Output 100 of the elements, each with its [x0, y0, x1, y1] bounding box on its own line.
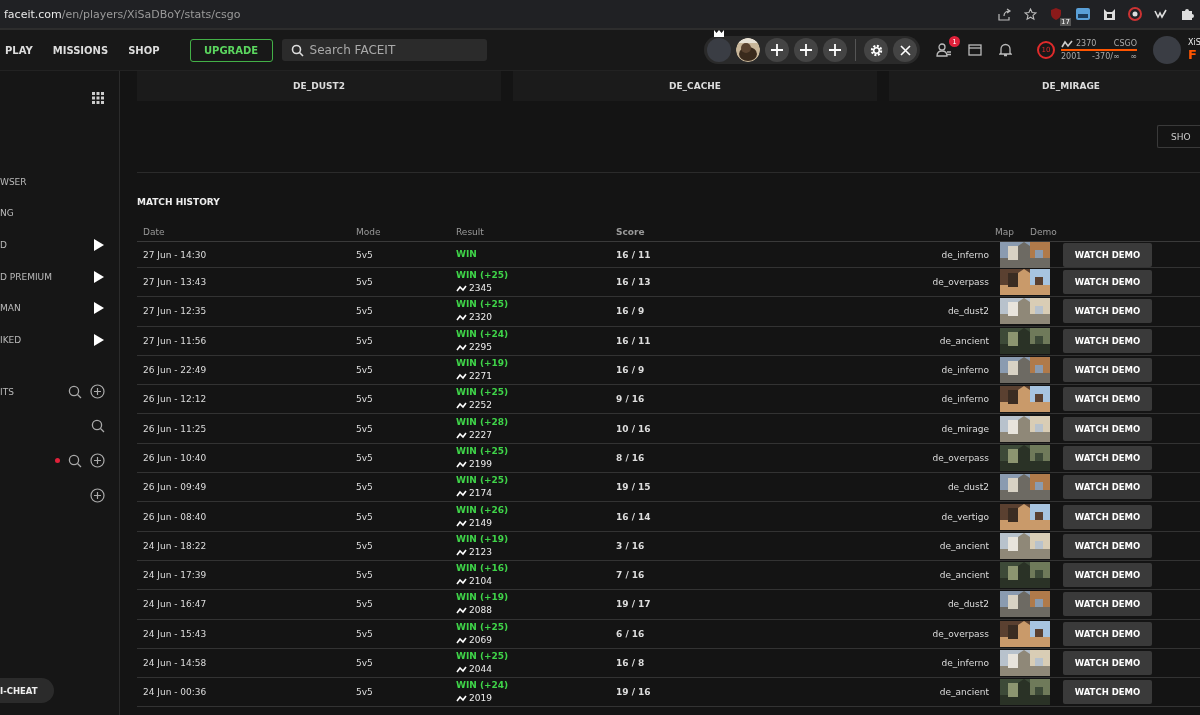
table-cell-text: 19 / 16 — [615, 687, 652, 698]
trend-icon — [456, 578, 467, 586]
add-player-button[interactable] — [794, 38, 818, 62]
sidebar-link[interactable]: NG — [0, 208, 14, 219]
share-icon[interactable] — [998, 7, 1012, 21]
apps-grid-icon[interactable] — [92, 92, 104, 104]
trend-icon — [456, 373, 467, 381]
nav-link[interactable]: SHOP — [128, 44, 160, 56]
table-cell-text: 27 Jun - 14:30 — [142, 249, 208, 260]
table-cell-text: de_overpass — [931, 628, 990, 639]
nav-link[interactable]: MISSIONS — [52, 44, 109, 56]
add-player-button[interactable] — [765, 38, 789, 62]
play-icon[interactable] — [94, 270, 104, 283]
watch-demo-button[interactable]: WATCH DEMO — [1063, 621, 1152, 646]
map-tile[interactable]: DE_MIRAGE — [889, 71, 1200, 101]
sidebar-link[interactable]: MAN — [0, 303, 21, 314]
watch-demo-button[interactable]: WATCH DEMO — [1063, 533, 1152, 558]
trend-icon — [456, 402, 467, 410]
watch-demo-button[interactable]: WATCH DEMO — [1063, 270, 1152, 295]
sidebar-link[interactable]: D PREMIUM — [0, 271, 52, 282]
table-cell-text: 27 Jun - 11:56 — [142, 335, 208, 346]
sidebar-link[interactable]: D — [0, 240, 7, 250]
play-icon[interactable] — [94, 239, 104, 251]
window-icon[interactable] — [968, 44, 982, 56]
map-tile[interactable]: DE_CACHE — [513, 71, 877, 101]
sidebar-link[interactable]: WSER — [0, 176, 27, 187]
table-cell-text: 5v5 — [355, 570, 374, 581]
watch-demo-button[interactable]: WATCH DEMO — [1063, 242, 1152, 267]
anti-cheat-button[interactable]: I-CHEAT — [0, 678, 54, 703]
watch-demo-button[interactable]: WATCH DEMO — [1063, 504, 1152, 529]
table-cell-text: 24 Jun - 16:47 — [142, 599, 208, 610]
close-button[interactable] — [893, 38, 917, 62]
table-cell-text: 5v5 — [355, 249, 374, 260]
elo-cell: 2320 — [456, 311, 610, 325]
trend-icon — [456, 666, 467, 673]
play-icon[interactable] — [94, 302, 104, 315]
watch-demo-button[interactable]: WATCH DEMO — [1063, 299, 1152, 324]
plus-icon — [800, 44, 812, 56]
table-cell-text: 24 Jun - 15:43 — [142, 628, 208, 639]
watch-demo-button[interactable]: WATCH DEMO — [1063, 592, 1152, 617]
table-cell-text: 19 / 15 — [615, 482, 652, 493]
add-icon[interactable] — [90, 453, 105, 469]
game-label: CSGO — [1113, 39, 1137, 48]
star-icon[interactable] — [1024, 7, 1037, 21]
match-result: WIN — [456, 248, 478, 261]
elo-cell: 2069 — [456, 633, 610, 647]
trend-icon — [456, 431, 467, 439]
elo-value: 2370 — [1061, 39, 1097, 48]
elo-cell: 2227 — [456, 428, 610, 442]
address-bar[interactable]: faceit.com/en/players/XiSaDBoY/stats/csgo — [4, 7, 241, 21]
trend-icon — [456, 607, 467, 615]
add-icon[interactable] — [90, 487, 105, 503]
table-cell-text: de_ancient — [938, 540, 990, 551]
match-result: WIN (+25) — [456, 474, 510, 488]
watch-demo-button[interactable]: WATCH DEMO — [1063, 416, 1152, 441]
crown-icon — [714, 30, 724, 37]
table-cell-text: 16 / 9 — [615, 365, 646, 376]
friends-icon[interactable] — [936, 43, 951, 57]
watch-demo-button[interactable]: WATCH DEMO — [1063, 358, 1152, 383]
table-cell-text: 24 Jun - 14:58 — [142, 658, 208, 668]
bell-icon[interactable] — [999, 43, 1012, 57]
watch-demo-button[interactable]: WATCH DEMO — [1063, 475, 1152, 500]
show-button[interactable]: SHO — [1157, 125, 1200, 148]
watch-demo-button[interactable]: WATCH DEMO — [1063, 563, 1152, 588]
extension-icon[interactable] — [1075, 7, 1091, 21]
sidebar-link[interactable]: IKED — [0, 334, 22, 345]
upgrade-button[interactable]: UPGRADE — [189, 38, 273, 62]
match-result: WIN (+19) — [456, 591, 510, 605]
watch-demo-button[interactable]: WATCH DEMO — [1063, 387, 1152, 412]
add-icon[interactable] — [90, 384, 105, 400]
trend-icon — [456, 548, 467, 556]
table-cell-text: 24 Jun - 18:22 — [142, 540, 208, 551]
table-cell-text: 16 / 11 — [615, 249, 652, 260]
match-result: WIN (+24) — [456, 679, 510, 693]
nav-link[interactable]: PLAY — [5, 44, 33, 56]
settings-button[interactable] — [864, 38, 888, 62]
watch-demo-button[interactable]: WATCH DEMO — [1063, 680, 1152, 705]
player-name[interactable]: XiS — [1188, 38, 1200, 47]
table-cell-text: 5v5 — [355, 628, 374, 639]
search-field[interactable]: Search FACEIT — [281, 39, 487, 61]
watch-demo-button[interactable]: WATCH DEMO — [1063, 651, 1152, 675]
search-icon[interactable] — [68, 453, 82, 468]
watch-demo-button[interactable]: WATCH DEMO — [1063, 445, 1152, 470]
elo-range-low: 2001 — [1061, 52, 1082, 61]
puzzle-icon[interactable] — [1180, 7, 1194, 21]
table-cell-text: 7 / 16 — [615, 570, 646, 581]
search-icon[interactable] — [91, 419, 105, 434]
record-icon[interactable] — [1128, 7, 1142, 21]
column-header: Map — [994, 226, 1015, 237]
table-cell-text: 5v5 — [355, 277, 374, 288]
map-tile[interactable]: DE_DUST2 — [137, 71, 501, 101]
table-cell-text: 26 Jun - 09:49 — [142, 482, 208, 493]
table-cell-text: 27 Jun - 13:43 — [142, 277, 208, 288]
search-icon[interactable] — [68, 384, 82, 399]
add-player-button[interactable] — [823, 38, 847, 62]
table-cell-text: de_mirage — [940, 423, 990, 434]
match-result: WIN (+25) — [456, 620, 510, 634]
cat-icon[interactable] — [1103, 7, 1116, 21]
watch-demo-button[interactable]: WATCH DEMO — [1063, 328, 1152, 353]
play-icon[interactable] — [94, 333, 104, 346]
